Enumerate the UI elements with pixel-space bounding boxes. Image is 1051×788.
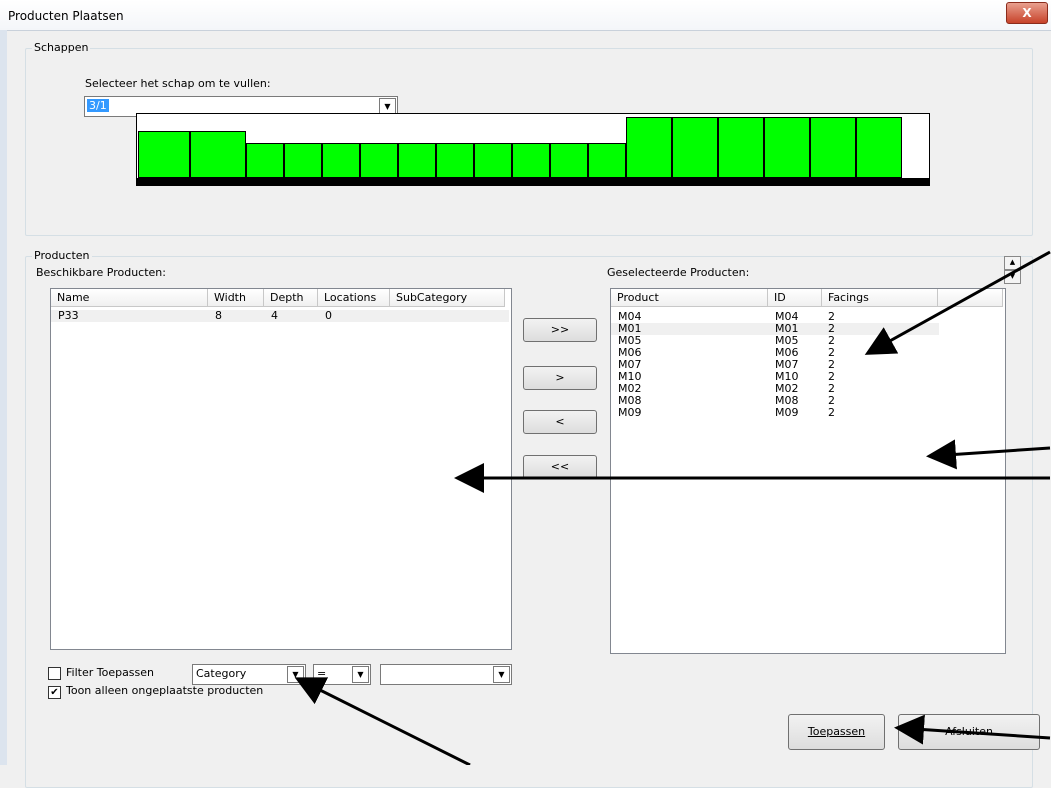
annotation-arrow [926,439,1051,470]
annotation-arrow [864,250,1051,355]
annotation-arrow [294,677,471,765]
annotation-arrows [294,250,1051,765]
annotation-arrow [894,714,1051,745]
